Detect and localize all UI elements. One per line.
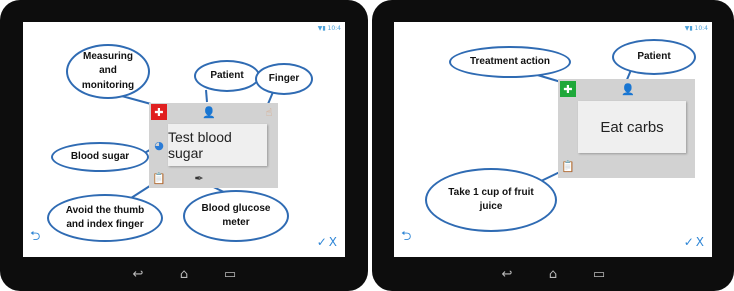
callout-treatment: Treatment action [449,46,571,78]
callout-patient: Patient [194,60,260,92]
cancel-button[interactable]: X [329,235,339,249]
cancel-button[interactable]: X [696,235,706,249]
screen-left: ▼▮ 10:4 ✚ 👤 ☝ ◕ 📋 ✒ Test blood sugar Mea… [23,22,345,257]
callout-patient: Patient [612,39,696,75]
action-card[interactable]: ✚ 👤 ☝ ◕ 📋 ✒ Test blood sugar [149,103,278,188]
card-title: Test blood sugar [168,124,267,166]
confirm-button[interactable]: ✓ [317,235,329,249]
system-navbar: ↩ ⌂ ▭ [0,257,368,291]
patient-icon: 👤 [621,82,635,96]
action-card[interactable]: ✚ 👤 📋 Eat carbs [558,79,695,178]
callout-measuring: Measuring and monitoring [66,44,150,99]
callout-finger: Finger [255,63,313,95]
system-navbar: ↩ ⌂ ▭ [372,257,734,291]
finger-icon: ☝ [265,105,273,119]
nav-home-icon[interactable]: ⌂ [174,267,194,282]
clipboard-icon: 📋 [561,159,575,173]
blood-sugar-icon: ◕ [154,138,164,152]
red-cross-icon: ✚ [151,104,167,120]
nav-back-icon[interactable]: ↩ [128,267,148,282]
tablet-right: ▼▮ 10:4 ✚ 👤 📋 Eat carbs Treatment action… [372,0,734,291]
confirm-cancel-buttons: ✓X [684,235,706,249]
card-title: Eat carbs [578,101,686,153]
callout-blood-sugar: Blood sugar [51,142,149,172]
nav-recent-icon[interactable]: ▭ [220,267,240,282]
callout-avoid: Avoid the thumb and index finger [47,194,163,242]
confirm-cancel-buttons: ✓X [317,235,339,249]
callout-juice: Take 1 cup of fruit juice [425,168,557,232]
nav-back-icon[interactable]: ↩ [497,267,517,282]
clipboard-icon: 📋 [152,171,166,185]
nav-recent-icon[interactable]: ▭ [589,267,609,282]
screen-right: ▼▮ 10:4 ✚ 👤 📋 Eat carbs Treatment action… [394,22,712,257]
green-cross-icon: ✚ [560,81,576,97]
callout-meter: Blood glucose meter [183,190,289,242]
glucose-meter-icon: ✒ [194,171,204,185]
back-icon[interactable]: ⮌ [30,227,40,249]
tablet-left: ▼▮ 10:4 ✚ 👤 ☝ ◕ 📋 ✒ Test blood sugar Mea… [0,0,368,291]
patient-icon: 👤 [202,105,216,119]
nav-home-icon[interactable]: ⌂ [543,267,563,282]
back-icon[interactable]: ⮌ [401,227,411,249]
confirm-button[interactable]: ✓ [684,235,696,249]
